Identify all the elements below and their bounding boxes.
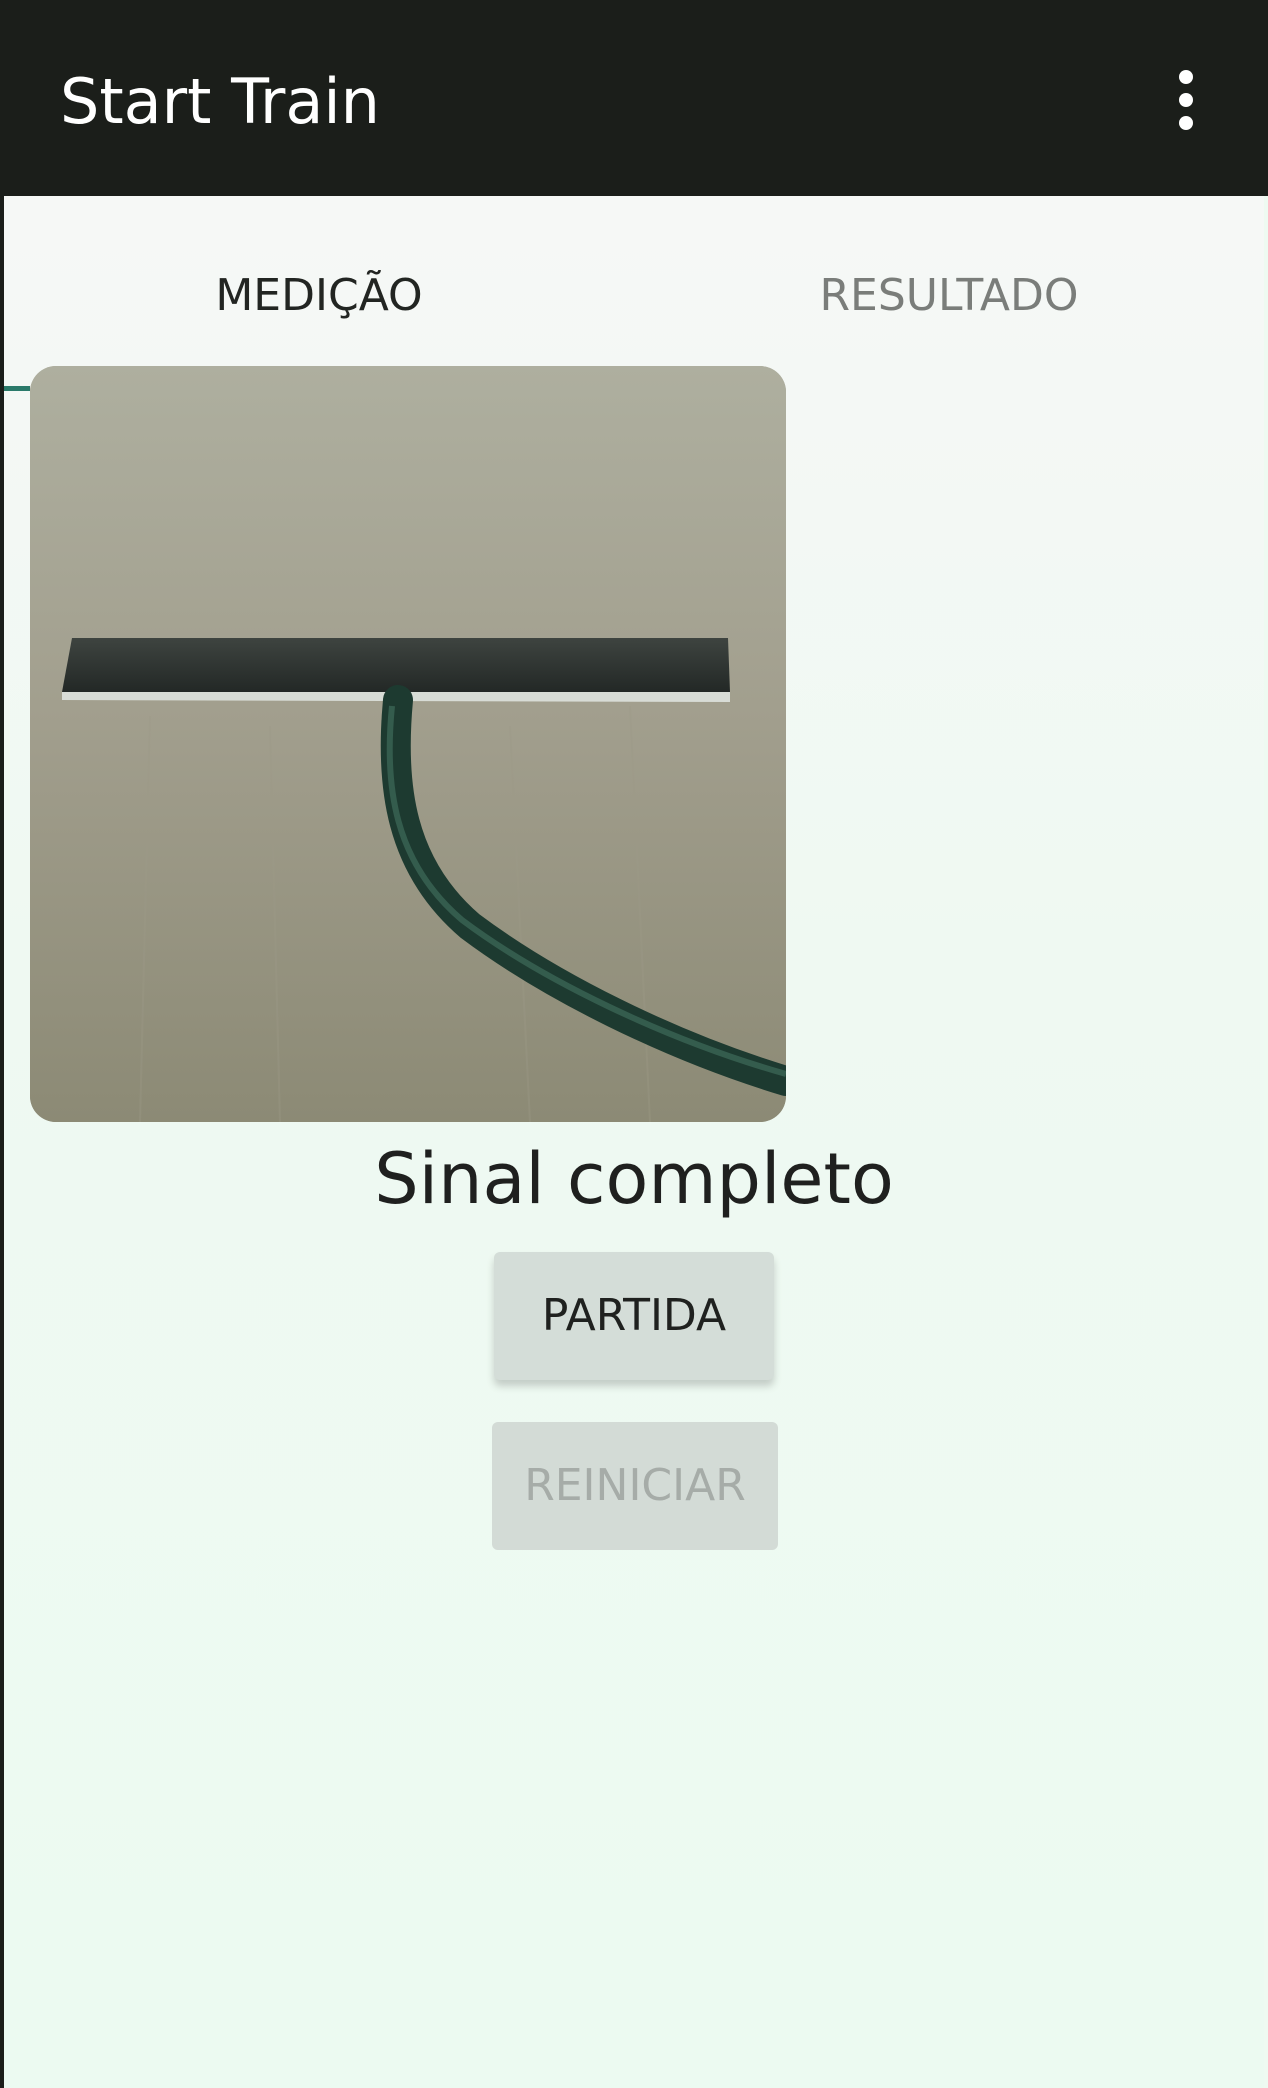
more-vert-icon[interactable] bbox=[1156, 60, 1216, 140]
start-button[interactable]: PARTIDA bbox=[494, 1252, 774, 1380]
tab-indicator bbox=[4, 386, 30, 391]
reset-button[interactable]: REINICIAR bbox=[492, 1422, 778, 1550]
camera-preview bbox=[30, 366, 786, 1122]
camera-preview-image bbox=[30, 366, 786, 1122]
tab-medicao[interactable]: MEDIÇÃO bbox=[4, 256, 634, 336]
signal-status-text: Sinal completo bbox=[374, 1138, 894, 1220]
board-shape bbox=[62, 638, 730, 692]
tab-bar: MEDIÇÃO RESULTADO bbox=[4, 196, 1264, 391]
content-area: MEDIÇÃO RESULTADO Sinal completo PARTIDA… bbox=[4, 196, 1264, 2088]
app-bar: Start Train bbox=[0, 0, 1268, 196]
tab-resultado[interactable]: RESULTADO bbox=[634, 256, 1264, 336]
app-title: Start Train bbox=[60, 65, 380, 138]
